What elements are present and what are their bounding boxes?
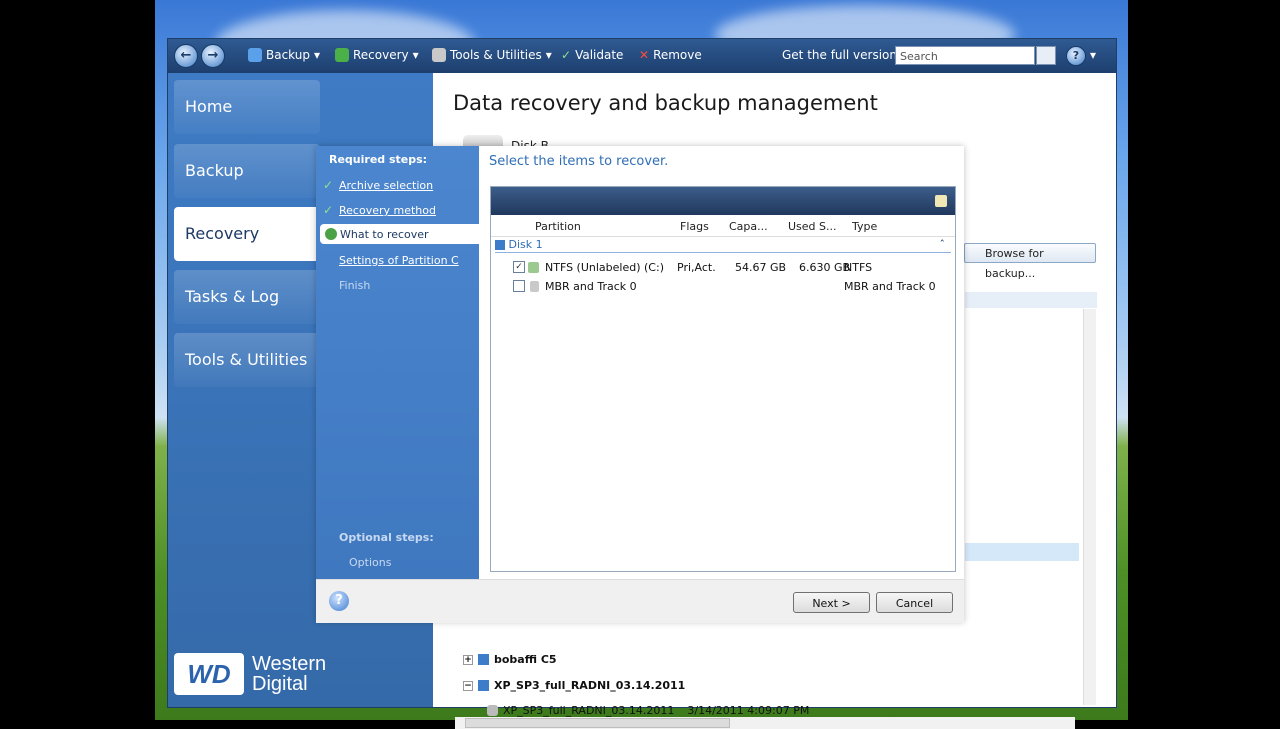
page-title: Data recovery and backup management [453,91,878,115]
column-capacity[interactable]: Capa... [729,220,768,233]
search-icon[interactable] [1036,46,1056,65]
chevron-down-icon: ▾ [545,48,552,62]
tools-menu[interactable]: Tools & Utilities ▾ [432,48,552,62]
back-button[interactable]: ← [174,44,198,68]
column-used-space[interactable]: Used S... [788,220,837,233]
grid-toolbar [491,187,955,215]
row-checkbox[interactable]: ✓ [513,261,525,273]
next-button[interactable]: Next > [793,592,870,613]
help-icon[interactable]: ? [1066,46,1086,66]
recovery-wizard: Required steps: ✓ Archive selection ✓ Re… [316,146,964,623]
collapse-icon[interactable]: − [463,680,473,691]
sidebar-item-tools-utilities[interactable]: Tools & Utilities [174,333,320,387]
recovery-icon [335,48,349,62]
expand-icon[interactable]: + [463,654,473,665]
search-input[interactable]: Search [895,46,1035,65]
drive-icon [478,680,489,691]
backup-menu[interactable]: Backup ▾ [248,48,320,62]
sidebar-item-backup[interactable]: Backup [174,144,320,198]
horizontal-scrollbar[interactable] [455,717,1075,729]
archive-icon [487,705,498,716]
partition-grid: Partition Flags Capa... Used S... Type D… [490,186,956,572]
cancel-button[interactable]: Cancel [876,592,953,613]
backup-icon [248,48,262,62]
selected-row-highlight [965,543,1079,561]
chevron-up-icon[interactable]: ˆ [940,238,946,251]
step-archive-selection[interactable]: Archive selection [339,179,433,192]
help-icon[interactable]: ? [329,591,349,611]
toolbar: ← → Backup ▾ Recovery ▾ Tools & Utilities ▾… [168,39,1116,73]
wd-logo: WD [174,653,244,695]
close-icon: ✕ [639,48,650,62]
wizard-steps-panel: Required steps: ✓ Archive selection ✓ Re… [316,146,479,579]
vertical-scrollbar[interactable] [1083,309,1096,705]
wizard-heading: Select the items to recover. [489,154,669,169]
checkmark-icon: ✓ [323,178,334,192]
drive-icon [478,654,489,665]
chevron-down-icon: ▾ [314,48,321,62]
recovery-menu[interactable]: Recovery ▾ [335,48,419,62]
step-options[interactable]: Options [349,556,391,569]
step-what-to-recover[interactable]: What to recover [320,224,479,244]
mbr-icon [530,281,539,292]
tools-icon [432,48,446,62]
sidebar-item-home[interactable]: Home [174,80,320,134]
chevron-down-icon: ▾ [412,48,419,62]
browse-for-backup-button[interactable]: Browse for backup... [964,243,1096,280]
validate-button[interactable]: ✓ Validate [561,48,623,62]
partition-row[interactable]: MBR and Track 0 MBR and Track 0 [491,278,955,296]
step-recovery-method[interactable]: Recovery method [339,204,436,217]
wizard-footer: ? Next > Cancel [316,579,964,623]
optional-steps-title: Optional steps: [339,531,434,544]
row-checkbox[interactable] [513,280,525,292]
brand-logo: WD Western Digital [174,653,326,695]
brand-name-line2: Digital [252,673,308,695]
note-icon[interactable] [935,195,947,207]
get-full-version-link[interactable]: Get the full version [782,48,897,62]
required-steps-title: Required steps: [329,153,428,166]
step-finish: Finish [339,279,371,292]
disk-icon [495,240,505,250]
forward-button[interactable]: → [201,44,225,68]
tree-item[interactable]: − XP_SP3_full_RADNI_03.14.2011 [463,679,685,692]
partition-row[interactable]: ✓ NTFS (Unlabeled) (C:) Pri,Act. 54.67 G… [491,259,955,277]
sidebar-item-recovery[interactable]: Recovery [174,207,320,261]
remove-button[interactable]: ✕ Remove [639,48,702,62]
chevron-down-icon[interactable]: ▾ [1090,48,1096,62]
checkmark-icon: ✓ [323,203,334,217]
sidebar-item-tasks-log[interactable]: Tasks & Log [174,270,320,324]
column-flags[interactable]: Flags [680,220,709,233]
checkmark-icon: ✓ [561,48,572,62]
grid-header: Partition Flags Capa... Used S... Type [491,218,955,237]
tree-item[interactable]: XP_SP3_full_RADNI_03.14.2011 3/14/2011 4… [487,704,809,717]
list-header-band [965,292,1097,308]
step-settings-partition-c[interactable]: Settings of Partition C [339,254,459,267]
partition-icon [528,262,539,273]
column-partition[interactable]: Partition [535,220,581,233]
column-type[interactable]: Type [852,220,877,233]
tree-item[interactable]: + bobaffi C5 [463,653,557,666]
disk-group-header[interactable]: Disk 1 ˆ [495,238,951,253]
current-step-icon [325,228,337,240]
brand-name-line1: Western [252,653,327,675]
